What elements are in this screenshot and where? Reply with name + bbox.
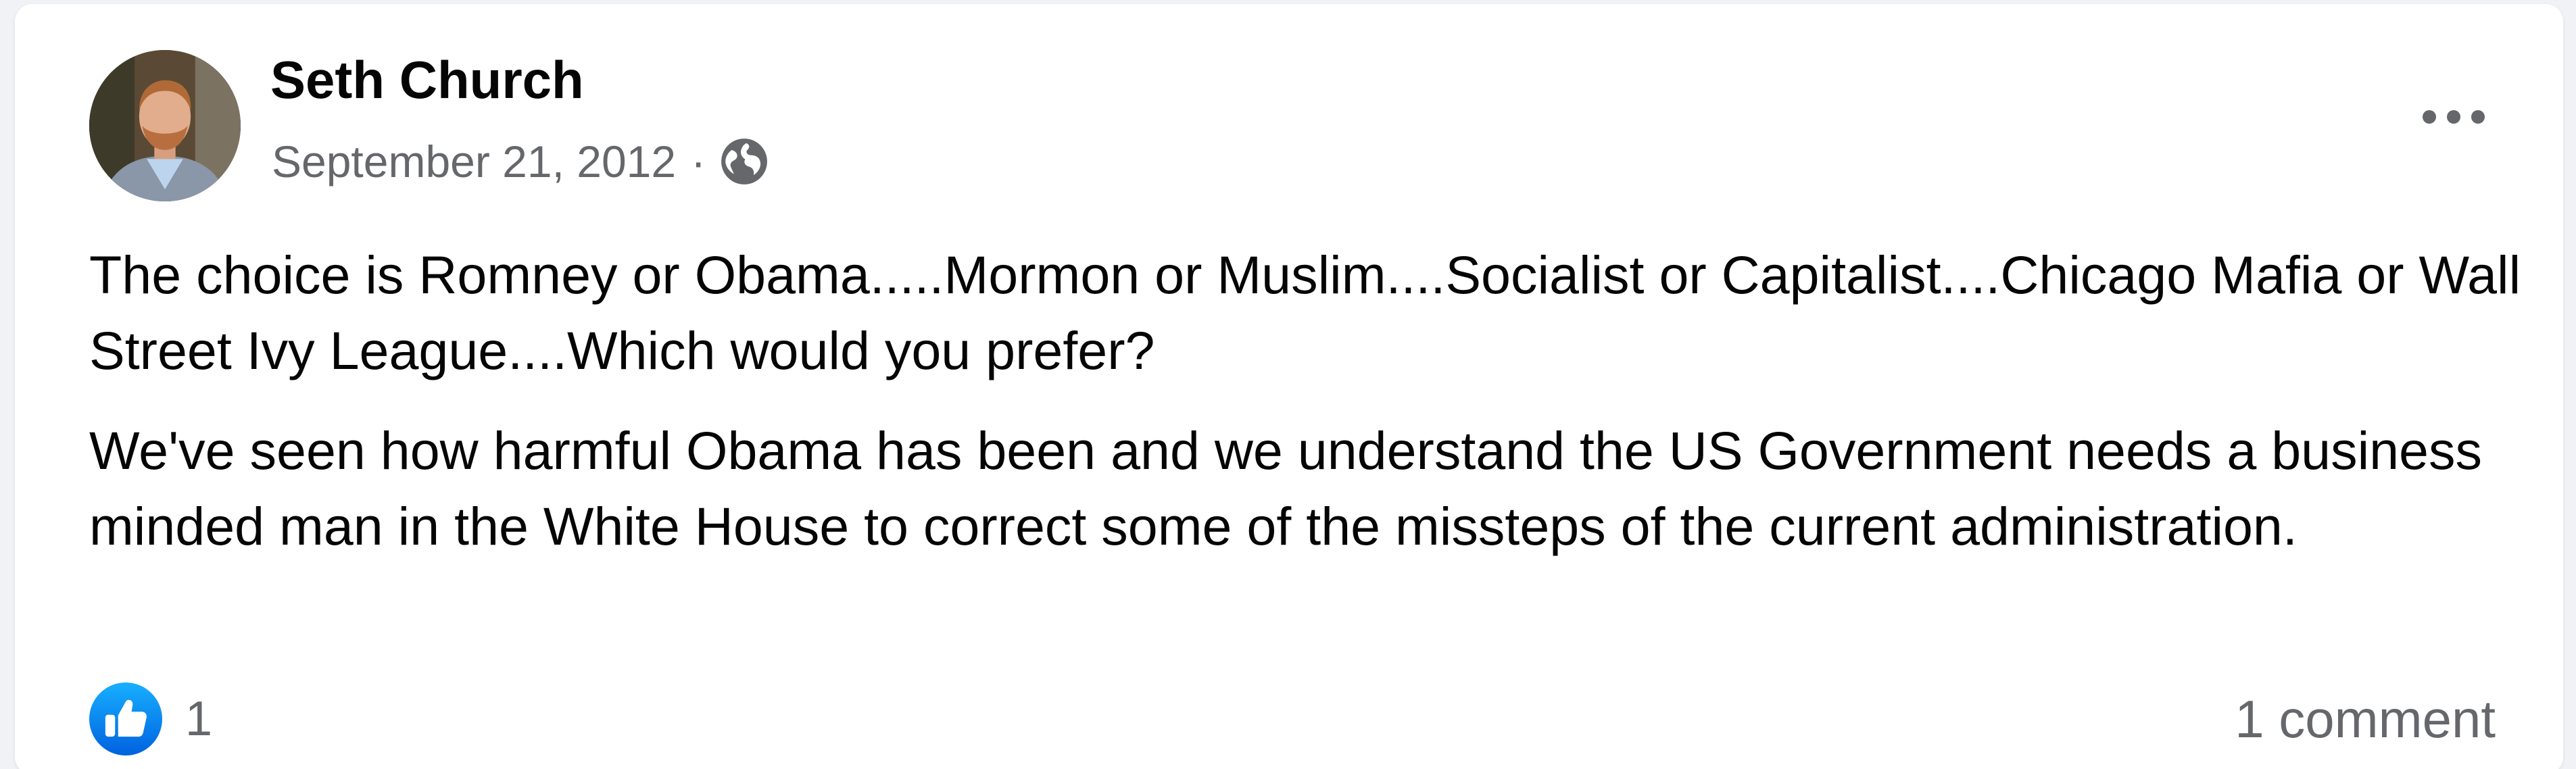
meta-separator: · xyxy=(691,137,706,187)
post-paragraph: We've seen how harmful Obama has been an… xyxy=(89,420,2482,556)
globe-icon[interactable] xyxy=(719,137,769,187)
comment-count-link[interactable]: 1 comment xyxy=(2235,689,2496,750)
avatar[interactable] xyxy=(89,50,241,201)
post-footer: 1 1 comment xyxy=(89,678,2496,760)
avatar-image xyxy=(89,50,241,201)
reaction-count: 1 xyxy=(185,692,213,746)
more-options-button[interactable] xyxy=(2412,88,2496,146)
reactions-summary[interactable]: 1 xyxy=(89,683,212,755)
more-horizontal-icon xyxy=(2423,110,2485,124)
author-name[interactable]: Seth Church xyxy=(270,51,584,109)
post-card: Seth Church September 21, 2012 · The cho… xyxy=(15,4,2563,769)
post-meta: September 21, 2012 · xyxy=(272,137,769,187)
like-icon xyxy=(89,683,162,755)
post-date[interactable]: September 21, 2012 xyxy=(272,139,676,184)
post-paragraph: The choice is Romney or Obama.....Mormon… xyxy=(89,245,2521,380)
post-body: The choice is Romney or Obama.....Mormon… xyxy=(89,237,2550,564)
